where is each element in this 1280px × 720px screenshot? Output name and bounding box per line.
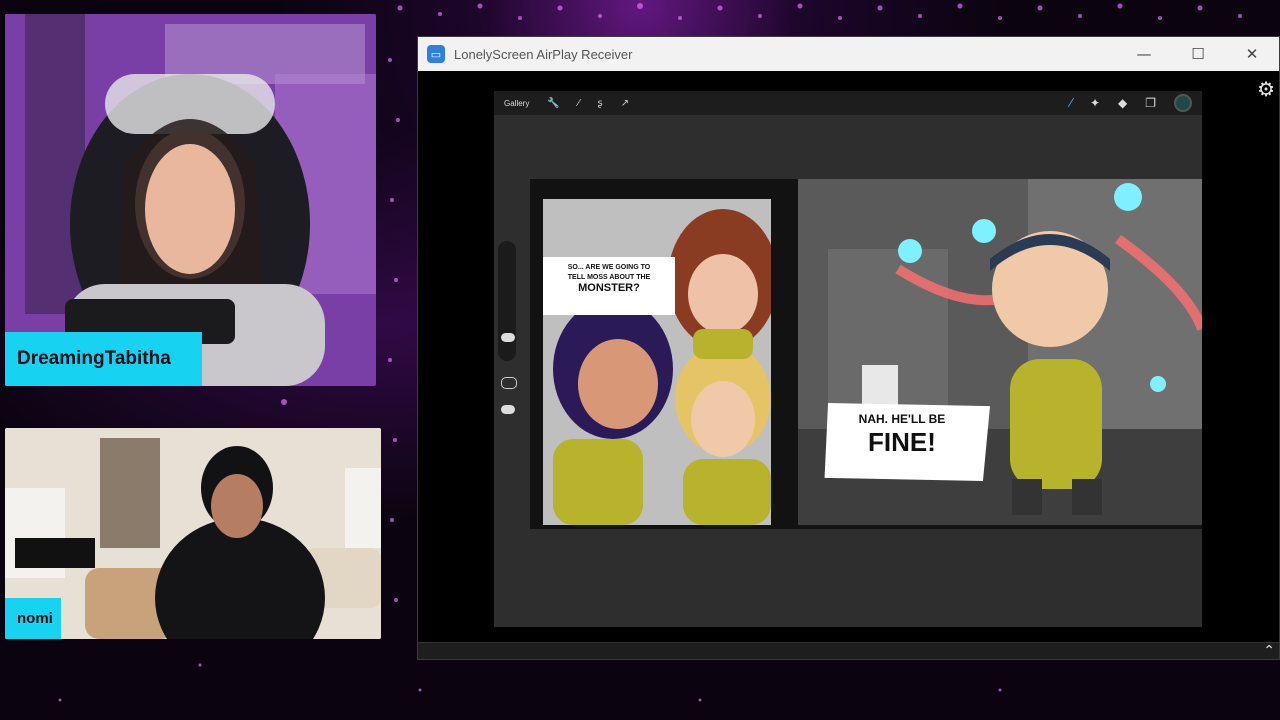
comic-left-art bbox=[543, 199, 771, 525]
transform-icon[interactable]: ↗ bbox=[621, 98, 629, 109]
magic-wand-icon[interactable]: ⁄ bbox=[578, 98, 580, 109]
maximize-icon[interactable]: ☐ bbox=[1171, 37, 1225, 71]
chevron-up-icon[interactable]: ⌃ bbox=[1263, 643, 1275, 659]
gallery-button[interactable]: Gallery bbox=[504, 99, 529, 108]
window-titlebar[interactable]: ▭ LonelyScreen AirPlay Receiver — ☐ ✕ bbox=[418, 37, 1279, 71]
airplay-window: ▭ LonelyScreen AirPlay Receiver — ☐ ✕ ⚙ … bbox=[417, 36, 1280, 660]
bubble-question-emphasis: MONSTER? bbox=[578, 282, 640, 294]
comic-panel-left: SO... ARE WE GOING TO TELL MOSS ABOUT TH… bbox=[543, 199, 771, 525]
window-bottom-bar bbox=[418, 642, 1279, 659]
procreate-toolbar: Gallery 🔧 ⁄ ʂ ↗ ⁄ ✦ ◆ ❐ bbox=[494, 91, 1202, 115]
close-icon[interactable]: ✕ bbox=[1225, 37, 1279, 71]
guest-name-tag: nomi bbox=[5, 598, 61, 639]
comic-panel-right: NAH. HE'LL BE FINE! bbox=[798, 179, 1202, 525]
airplay-app-icon: ▭ bbox=[427, 45, 445, 63]
smudge-icon[interactable]: ✦ bbox=[1090, 96, 1100, 110]
host-name-tag: DreamingTabitha bbox=[5, 332, 202, 386]
wrench-icon[interactable]: 🔧 bbox=[547, 98, 559, 109]
bubble-answer-line1: NAH. HE'LL BE bbox=[858, 412, 946, 426]
mirrored-screen: Gallery 🔧 ⁄ ʂ ↗ ⁄ ✦ ◆ ❐ SO... ARE WE GOI… bbox=[494, 91, 1202, 627]
guest-webcam: nomi bbox=[5, 428, 381, 639]
selection-icon[interactable]: ʂ bbox=[597, 98, 602, 109]
guest-webcam-scene bbox=[5, 428, 381, 639]
undo-button[interactable] bbox=[501, 405, 515, 414]
host-webcam: DreamingTabitha bbox=[5, 14, 376, 386]
modify-button[interactable] bbox=[501, 333, 515, 342]
speech-bubble-question: SO... ARE WE GOING TO TELL MOSS ABOUT TH… bbox=[543, 257, 675, 315]
brush-size-slider[interactable] bbox=[498, 241, 516, 361]
host-webcam-scene bbox=[5, 14, 376, 386]
minimize-icon[interactable]: — bbox=[1117, 37, 1171, 71]
eraser-icon[interactable]: ◆ bbox=[1118, 96, 1127, 110]
speech-bubble-answer: NAH. HE'LL BE FINE! bbox=[824, 403, 990, 481]
window-title: LonelyScreen AirPlay Receiver bbox=[454, 46, 633, 62]
brush-icon[interactable]: ⁄ bbox=[1070, 96, 1072, 110]
layers-icon[interactable]: ❐ bbox=[1145, 96, 1156, 110]
bubble-answer-emphasis: FINE! bbox=[868, 427, 936, 457]
drawing-canvas[interactable]: SO... ARE WE GOING TO TELL MOSS ABOUT TH… bbox=[530, 179, 1202, 529]
bubble-question-line1: SO... ARE WE GOING TO bbox=[567, 264, 651, 271]
gear-icon[interactable]: ⚙ bbox=[1257, 77, 1275, 101]
opacity-button-icon[interactable] bbox=[501, 377, 517, 389]
color-icon[interactable] bbox=[1174, 94, 1192, 112]
